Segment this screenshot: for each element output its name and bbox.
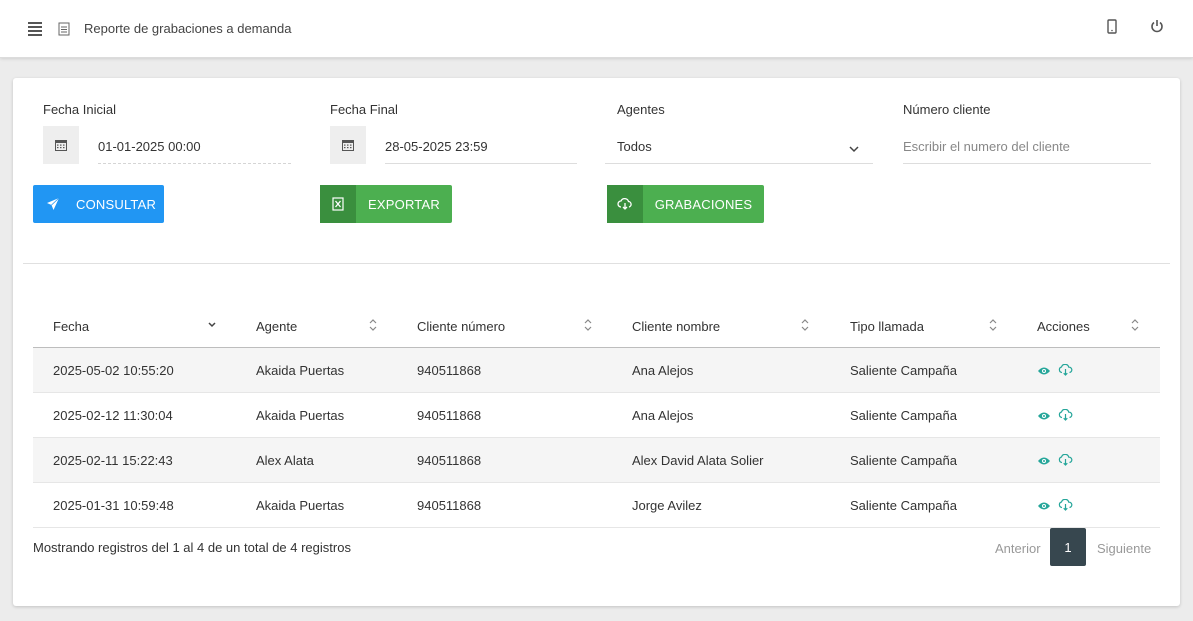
sort-icon[interactable] (988, 318, 998, 335)
document-icon (58, 22, 70, 39)
eye-icon[interactable] (1037, 409, 1051, 424)
page-title: Reporte de grabaciones a demanda (84, 21, 292, 36)
cell-cliente-nombre: Alex David Alata Solier (632, 453, 764, 468)
cell-cliente-nombre: Ana Alejos (632, 408, 694, 423)
cell-agente: Akaida Puertas (256, 408, 345, 423)
start-date-label: Fecha Inicial (43, 102, 116, 117)
exportar-button[interactable]: EXPORTAR (320, 185, 452, 223)
eye-icon[interactable] (1037, 364, 1051, 379)
end-date-label: Fecha Final (330, 102, 398, 117)
pagination-next[interactable]: Siguiente (1097, 541, 1151, 579)
cloud-download-icon (607, 185, 643, 223)
consultar-button[interactable]: CONSULTAR (33, 185, 164, 223)
client-number-label: Número cliente (903, 102, 991, 117)
sort-icon[interactable] (583, 318, 593, 335)
table-row: 2025-05-02 10:55:20 Akaida Puertas 94051… (33, 348, 1160, 393)
cell-fecha: 2025-02-12 11:30:04 (53, 408, 173, 423)
cell-tipo-llamada: Saliente Campaña (850, 408, 957, 423)
cloud-download-icon[interactable] (1058, 453, 1073, 469)
chevron-down-icon (849, 141, 859, 156)
calendar-icon[interactable] (330, 126, 366, 164)
cell-cliente-numero: 940511868 (417, 453, 482, 468)
cell-tipo-llamada: Saliente Campaña (850, 363, 957, 378)
sort-icon[interactable] (368, 318, 378, 335)
table-row: 2025-02-11 15:22:43 Alex Alata 940511868… (33, 438, 1160, 483)
menu-icon[interactable] (28, 22, 42, 36)
cell-agente: Akaida Puertas (256, 363, 345, 378)
cell-cliente-numero: 940511868 (417, 408, 482, 423)
sort-icon[interactable] (800, 318, 810, 335)
report-card: Fecha Inicial 01-01-2025 00:00 Fecha Fin… (13, 78, 1180, 606)
column-header-cliente-numero[interactable]: Cliente número (417, 319, 505, 334)
end-date-input[interactable]: 28-05-2025 23:59 (385, 128, 577, 164)
grabaciones-button[interactable]: GRABACIONES (607, 185, 764, 223)
cloud-download-icon[interactable] (1058, 363, 1073, 379)
table-info: Mostrando registros del 1 al 4 de un tot… (33, 540, 351, 555)
table-row: 2025-02-12 11:30:04 Akaida Puertas 94051… (33, 393, 1160, 438)
eye-icon[interactable] (1037, 454, 1051, 469)
table-header: Fecha Agente Cliente número Cliente nomb… (33, 307, 1160, 348)
recordings-table: Fecha Agente Cliente número Cliente nomb… (33, 307, 1160, 528)
agents-label: Agentes (617, 102, 665, 117)
exportar-label: EXPORTAR (368, 196, 440, 212)
excel-icon (320, 185, 356, 223)
cell-fecha: 2025-01-31 10:59:48 (53, 498, 174, 513)
column-header-fecha[interactable]: Fecha (53, 319, 89, 334)
cell-cliente-nombre: Jorge Avilez (632, 498, 702, 513)
sort-desc-icon[interactable] (207, 318, 217, 335)
eye-icon[interactable] (1037, 499, 1051, 514)
cloud-download-icon[interactable] (1058, 498, 1073, 514)
agents-selected-value: Todos (617, 139, 652, 154)
cell-agente: Akaida Puertas (256, 498, 345, 513)
column-header-cliente-nombre[interactable]: Cliente nombre (632, 319, 720, 334)
consultar-label: CONSULTAR (76, 196, 157, 212)
cell-tipo-llamada: Saliente Campaña (850, 453, 957, 468)
column-header-tipo-llamada[interactable]: Tipo llamada (850, 319, 924, 334)
start-date-input[interactable]: 01-01-2025 00:00 (98, 128, 291, 164)
send-icon (33, 185, 73, 223)
grabaciones-label: GRABACIONES (654, 196, 753, 212)
sort-icon[interactable] (1130, 318, 1140, 335)
pagination-previous[interactable]: Anterior (995, 541, 1041, 579)
cloud-download-icon[interactable] (1058, 408, 1073, 424)
cell-agente: Alex Alata (256, 453, 314, 468)
top-bar: Reporte de grabaciones a demanda (0, 0, 1193, 58)
column-header-agente[interactable]: Agente (256, 319, 297, 334)
divider (23, 263, 1170, 264)
column-header-acciones[interactable]: Acciones (1037, 319, 1090, 334)
mobile-icon[interactable] (1106, 19, 1118, 38)
calendar-icon[interactable] (43, 126, 79, 164)
table-row: 2025-01-31 10:59:48 Akaida Puertas 94051… (33, 483, 1160, 528)
agents-select[interactable]: Todos (605, 128, 873, 164)
cell-cliente-numero: 940511868 (417, 363, 482, 378)
cell-tipo-llamada: Saliente Campaña (850, 498, 957, 513)
pagination-page-1[interactable]: 1 (1050, 528, 1086, 566)
cell-fecha: 2025-02-11 15:22:43 (53, 453, 173, 468)
power-icon[interactable] (1150, 19, 1164, 37)
cell-cliente-numero: 940511868 (417, 498, 482, 513)
client-number-input[interactable]: Escribir el numero del cliente (903, 128, 1151, 164)
cell-cliente-nombre: Ana Alejos (632, 363, 694, 378)
cell-fecha: 2025-05-02 10:55:20 (53, 363, 174, 378)
